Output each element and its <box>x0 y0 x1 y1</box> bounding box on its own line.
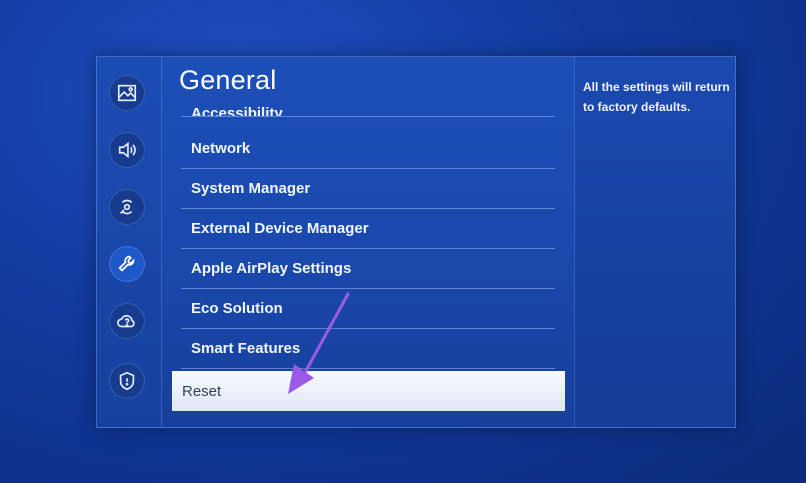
pointer-arrow-annotation <box>288 292 350 394</box>
menu-item-label: Apple AirPlay Settings <box>191 260 352 277</box>
menu-item-label: Accessibility <box>191 105 283 117</box>
broadcasting-icon[interactable] <box>109 189 145 225</box>
menu-item-label: Eco Solution <box>191 300 283 317</box>
general-menu: General Accessibility Network System Man… <box>162 57 574 427</box>
menu-item-reset[interactable]: Reset <box>172 371 565 411</box>
picture-icon[interactable] <box>109 75 145 111</box>
menu-item-external-device-manager[interactable]: External Device Manager <box>181 209 555 249</box>
sound-icon[interactable] <box>109 132 145 168</box>
menu-item-apple-airplay-settings[interactable]: Apple AirPlay Settings <box>181 249 555 289</box>
page-title: General <box>179 65 277 95</box>
menu-item-label: External Device Manager <box>191 220 369 237</box>
menu-item-label: Reset <box>182 382 222 400</box>
menu-item-accessibility[interactable]: Accessibility <box>181 95 555 117</box>
general-wrench-icon[interactable] <box>109 246 145 282</box>
menu-item-label: Network <box>191 140 251 157</box>
settings-sidebar <box>97 57 162 427</box>
description-panel: All the settings will return to factory … <box>574 57 735 427</box>
settings-panel: General Accessibility Network System Man… <box>96 56 736 428</box>
menu-item-label: System Manager <box>191 180 311 197</box>
support-icon[interactable] <box>109 303 145 339</box>
privacy-shield-icon[interactable] <box>109 363 145 399</box>
menu-item-eco-solution[interactable]: Eco Solution <box>181 289 555 329</box>
setting-description: All the settings will return to factory … <box>583 80 730 114</box>
menu-item-smart-features[interactable]: Smart Features <box>181 329 555 369</box>
menu-item-network[interactable]: Network <box>181 129 555 169</box>
menu-item-system-manager[interactable]: System Manager <box>181 169 555 209</box>
